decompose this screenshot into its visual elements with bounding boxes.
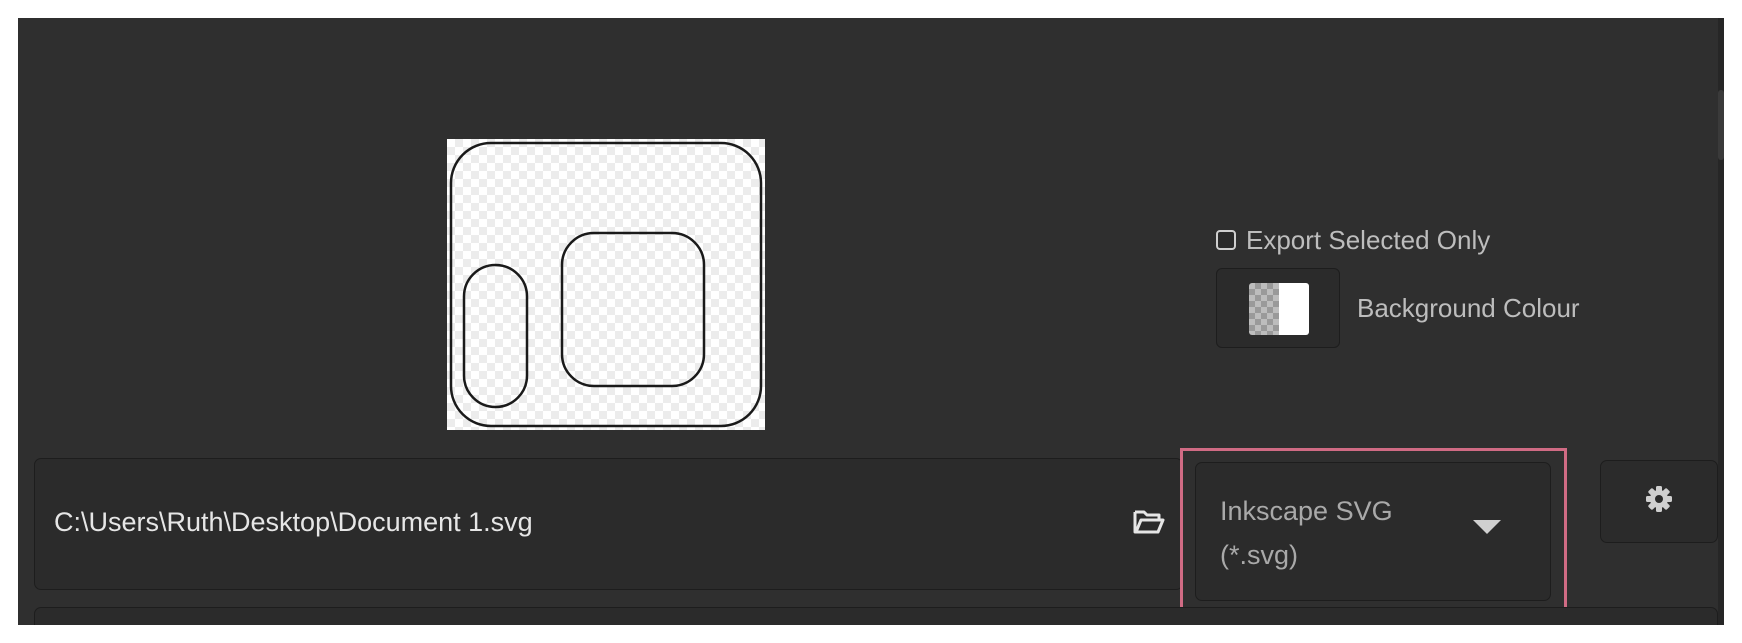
format-dropdown-highlight	[1180, 448, 1567, 615]
export-dialog: Export Selected Only Background Colour C…	[18, 18, 1724, 625]
preview-rounded-square	[560, 231, 706, 388]
background-colour-option: Background Colour	[1216, 268, 1580, 348]
filename-field[interactable]: C:\Users\Ruth\Desktop\Document 1.svg	[34, 458, 1183, 590]
background-colour-label: Background Colour	[1357, 292, 1580, 323]
next-row-field[interactable]	[34, 607, 1718, 625]
background-colour-swatch	[1249, 283, 1309, 335]
swatch-transparent-half	[1249, 283, 1279, 335]
gear-icon	[1646, 486, 1672, 512]
preview-pill-shape	[462, 263, 529, 409]
folder-open-icon[interactable]	[1133, 509, 1165, 535]
preview-drawing	[449, 141, 763, 428]
export-selected-only-label[interactable]: Export Selected Only	[1246, 225, 1490, 256]
preview-outer-rect	[449, 141, 763, 428]
export-settings-button[interactable]	[1600, 460, 1718, 543]
export-options: Export Selected Only Background Colour	[1216, 223, 1580, 348]
export-preview	[447, 139, 765, 430]
export-selected-only-checkbox[interactable]	[1216, 230, 1236, 250]
filename-input[interactable]: C:\Users\Ruth\Desktop\Document 1.svg	[54, 507, 533, 538]
export-selected-only-option[interactable]: Export Selected Only	[1216, 223, 1580, 257]
scrollbar-thumb[interactable]	[1718, 90, 1724, 160]
background-colour-button[interactable]	[1216, 268, 1340, 348]
swatch-white-half	[1279, 283, 1309, 335]
